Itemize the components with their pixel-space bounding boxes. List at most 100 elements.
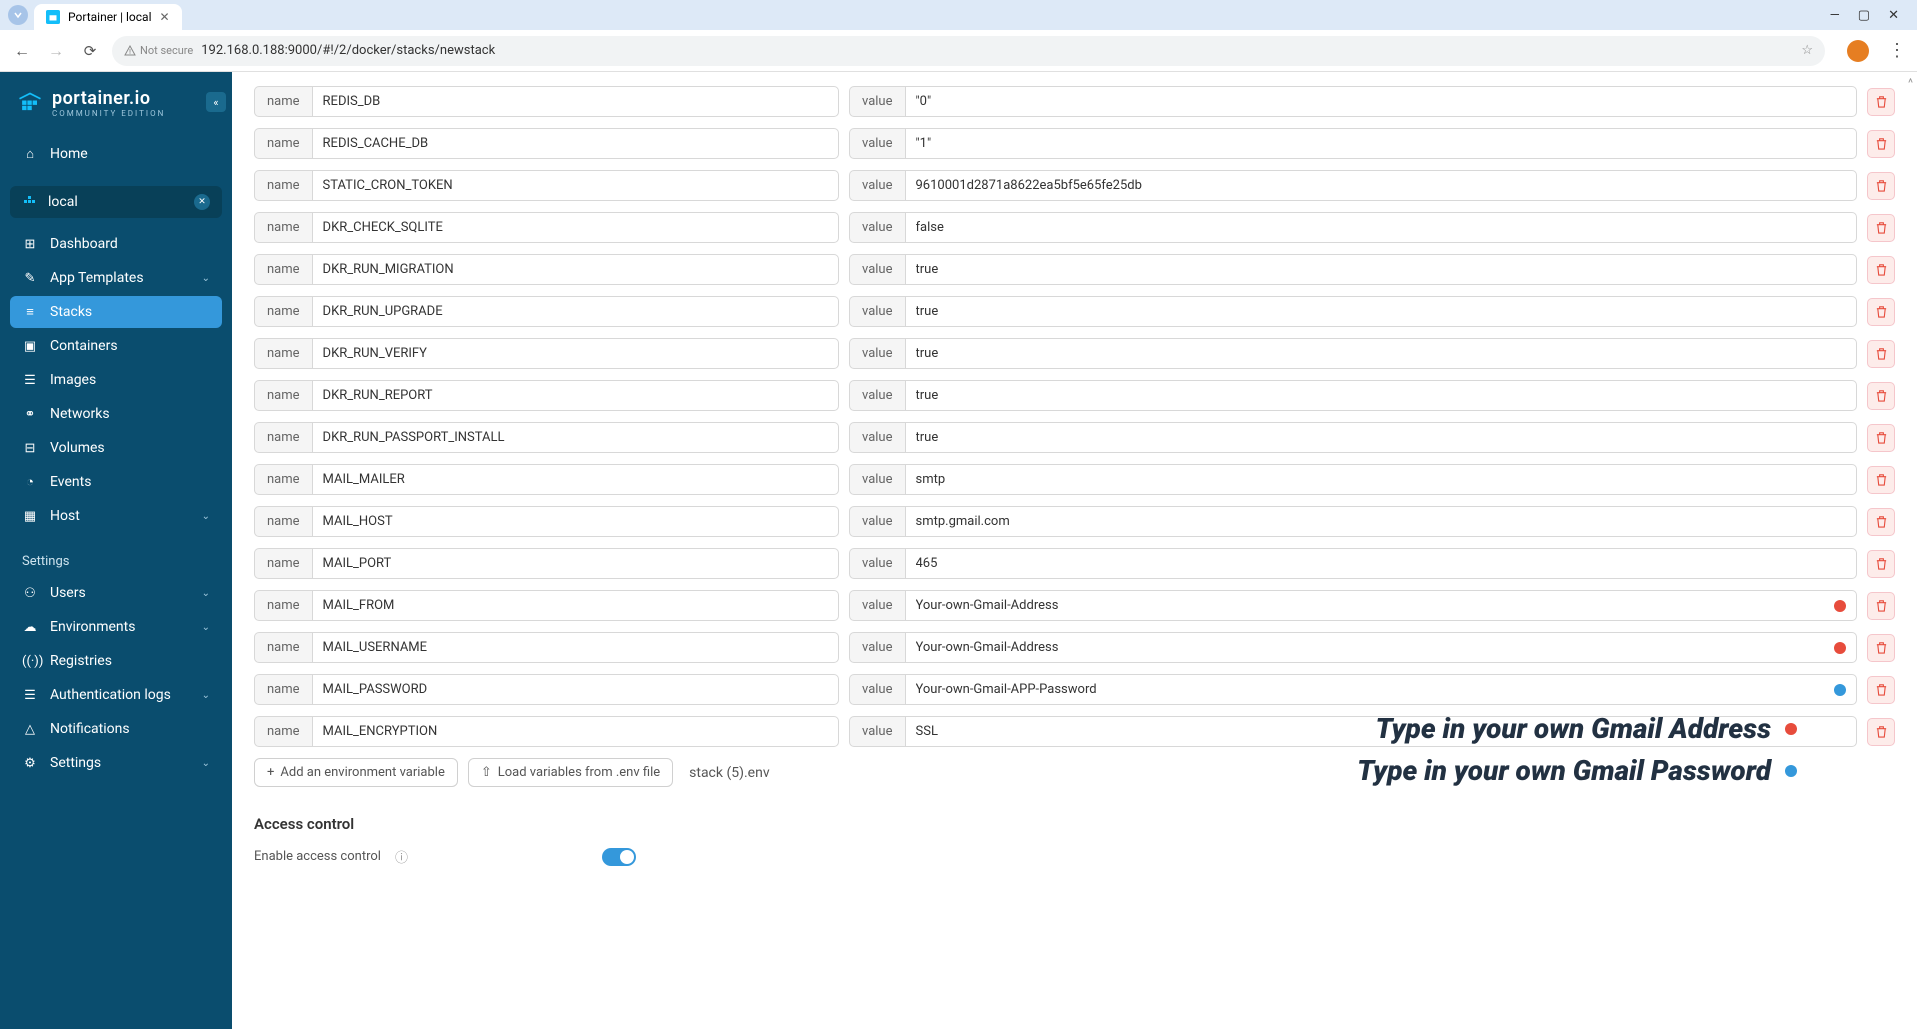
env-value-input[interactable] [916, 465, 1847, 494]
sidebar-item-containers[interactable]: ▣Containers [10, 330, 222, 362]
environment-name: local [48, 194, 78, 210]
sidebar-item-users[interactable]: ⚇Users⌄ [10, 577, 222, 609]
env-value-input[interactable] [916, 171, 1847, 200]
url-bar[interactable]: Not secure 192.168.0.188:9000/#!/2/docke… [112, 36, 1825, 66]
sidebar-item-registries[interactable]: ((·))Registries [10, 645, 222, 677]
env-name-input[interactable] [312, 422, 839, 453]
delete-env-button[interactable] [1867, 298, 1895, 326]
environment-pill[interactable]: local ✕ [10, 186, 222, 218]
env-value-input[interactable] [916, 591, 1829, 620]
env-name-input[interactable] [312, 548, 839, 579]
back-button[interactable]: ← [10, 41, 34, 61]
delete-env-button[interactable] [1867, 466, 1895, 494]
access-control-toggle[interactable] [602, 848, 636, 866]
help-icon[interactable]: ⓘ [395, 847, 408, 866]
env-value-input[interactable] [916, 255, 1847, 284]
logo[interactable]: portainer.io COMMUNITY EDITION « [10, 90, 222, 118]
browser-menu-icon[interactable]: ⋮ [1887, 40, 1907, 61]
sidebar-item-networks[interactable]: ⚭Networks [10, 398, 222, 430]
sidebar-item-dashboard[interactable]: ⊞Dashboard [10, 228, 222, 260]
env-name-input[interactable] [312, 506, 839, 537]
sidebar-item-label: Networks [50, 406, 110, 422]
env-name-input[interactable] [312, 464, 839, 495]
env-name-input[interactable] [312, 170, 839, 201]
env-value-input[interactable] [916, 297, 1847, 326]
portainer-favicon-icon [46, 10, 60, 24]
reload-button[interactable]: ⟳ [78, 42, 102, 60]
sidebar-item-label: Host [50, 508, 80, 524]
environment-close-icon[interactable]: ✕ [194, 194, 210, 210]
env-name-input[interactable] [312, 716, 839, 747]
delete-env-button[interactable] [1867, 550, 1895, 578]
red-dot-icon [1785, 723, 1797, 735]
load-env-file-button[interactable]: ⇧ Load variables from .env file [468, 758, 673, 787]
bookmark-star-icon[interactable]: ☆ [1801, 43, 1813, 58]
sidebar-item-authentication-logs[interactable]: ☰Authentication logs⌄ [10, 679, 222, 711]
delete-env-button[interactable] [1867, 130, 1895, 158]
sidebar-item-home[interactable]: ⌂ Home [10, 138, 222, 170]
scroll-up-icon[interactable]: ^ [1908, 76, 1913, 90]
value-label: value [849, 128, 905, 159]
sidebar-collapse-button[interactable]: « [206, 92, 226, 112]
tab-close-icon[interactable]: ✕ [160, 10, 170, 24]
env-name-input[interactable] [312, 590, 839, 621]
env-value-input[interactable] [916, 423, 1847, 452]
settings-icon: ⚙ [22, 756, 38, 771]
delete-env-button[interactable] [1867, 214, 1895, 242]
logo-subtitle: COMMUNITY EDITION [52, 110, 165, 118]
env-name-input[interactable] [312, 212, 839, 243]
sidebar-item-images[interactable]: ☰Images [10, 364, 222, 396]
delete-env-button[interactable] [1867, 340, 1895, 368]
env-name-input[interactable] [312, 296, 839, 327]
delete-env-button[interactable] [1867, 676, 1895, 704]
env-value-input[interactable] [916, 675, 1829, 704]
env-name-input[interactable] [312, 674, 839, 705]
minimize-icon[interactable]: — [1830, 8, 1840, 23]
sidebar-item-environments[interactable]: ☁Environments⌄ [10, 611, 222, 643]
browser-tab[interactable]: Portainer | local ✕ [34, 4, 182, 30]
sidebar-item-app-templates[interactable]: ✎App Templates⌄ [10, 262, 222, 294]
env-name-input[interactable] [312, 338, 839, 369]
profile-avatar[interactable] [1847, 40, 1869, 62]
sidebar-item-host[interactable]: ▦Host⌄ [10, 500, 222, 532]
sidebar-item-settings[interactable]: ⚙Settings⌄ [10, 747, 222, 779]
delete-env-button[interactable] [1867, 172, 1895, 200]
add-env-variable-button[interactable]: + Add an environment variable [254, 758, 458, 787]
env-name-input[interactable] [312, 128, 839, 159]
sidebar-item-stacks[interactable]: ≡Stacks [10, 296, 222, 328]
env-name-input[interactable] [312, 632, 839, 663]
maximize-icon[interactable]: ▢ [1858, 8, 1870, 23]
env-value-input[interactable] [916, 339, 1847, 368]
sidebar-item-volumes[interactable]: ⊟Volumes [10, 432, 222, 464]
delete-env-button[interactable] [1867, 718, 1895, 746]
value-label: value [849, 716, 905, 747]
delete-env-button[interactable] [1867, 88, 1895, 116]
env-value-input[interactable] [916, 507, 1847, 536]
red-dot-icon [1834, 600, 1846, 612]
delete-env-button[interactable] [1867, 634, 1895, 662]
env-value-input[interactable] [916, 129, 1847, 158]
sidebar-item-events[interactable]: ◔Events [10, 466, 222, 498]
delete-env-button[interactable] [1867, 424, 1895, 452]
delete-env-button[interactable] [1867, 592, 1895, 620]
env-value-input[interactable] [916, 213, 1847, 242]
images-icon: ☰ [22, 373, 38, 388]
delete-env-button[interactable] [1867, 508, 1895, 536]
name-label: name [254, 86, 312, 117]
tab-dropdown[interactable] [8, 5, 28, 25]
env-name-input[interactable] [312, 254, 839, 285]
delete-env-button[interactable] [1867, 382, 1895, 410]
env-name-input[interactable] [312, 380, 839, 411]
close-window-icon[interactable]: ✕ [1888, 8, 1899, 23]
forward-button[interactable]: → [44, 41, 68, 61]
sidebar-item-notifications[interactable]: △Notifications [10, 713, 222, 745]
delete-env-button[interactable] [1867, 256, 1895, 284]
env-name-input[interactable] [312, 86, 839, 117]
sidebar-item-label: Users [50, 585, 86, 601]
env-value-input[interactable] [916, 633, 1829, 662]
env-value-input[interactable] [916, 381, 1847, 410]
security-badge[interactable]: Not secure [124, 44, 193, 57]
env-value-input[interactable] [916, 549, 1847, 578]
trash-icon [1875, 263, 1888, 276]
env-value-input[interactable] [916, 87, 1847, 116]
